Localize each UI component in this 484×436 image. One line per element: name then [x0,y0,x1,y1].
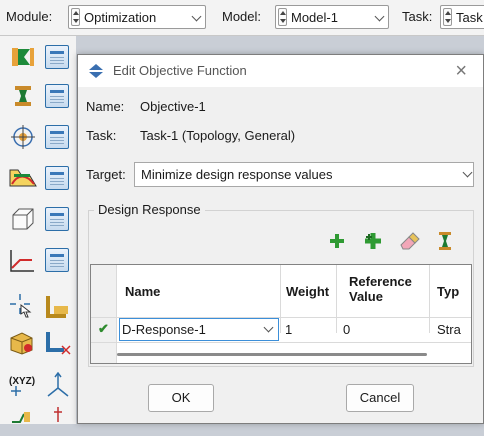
reference-value-cell[interactable]: 0 [343,322,350,337]
weight-cell[interactable]: 1 [285,322,292,337]
objective-manager-icon[interactable] [45,45,69,69]
stop-condition-manager-icon[interactable] [45,207,69,231]
model-label: Model: [222,9,262,24]
dialog-app-icon [89,64,103,78]
restriction-manager-icon[interactable] [45,166,69,190]
close-icon[interactable]: × [455,59,467,83]
task-select[interactable]: Task [440,5,484,29]
name-label: Name: [86,99,125,114]
model-spinner-icon[interactable] [278,8,287,26]
datum-axis-tool-icon[interactable] [50,406,76,432]
add-icon[interactable] [326,230,348,252]
model-select-value: Model-1 [291,9,338,25]
name-value: Objective-1 [140,99,206,114]
target-select-value: Minimize design response values [141,167,333,182]
dialog-titlebar[interactable]: Edit Objective Function × [78,55,483,87]
column-divider [336,265,337,333]
type-cell[interactable]: Stra [437,322,461,337]
objective-function-tool-icon[interactable] [10,44,36,70]
column-divider [280,265,281,333]
constraint-manager-icon[interactable] [45,84,69,108]
row-divider [91,342,471,343]
stop-condition-tool-icon[interactable] [10,206,36,232]
geometric-restriction-tool-icon[interactable] [8,164,37,190]
chevron-down-icon [462,167,473,178]
task-spinner-icon[interactable] [443,8,452,26]
filter-icon[interactable] [434,230,456,252]
task-label: Task: [402,9,433,24]
eraser-icon[interactable] [398,230,420,252]
response-name-value: D-Response-1 [122,322,206,337]
dialog-title: Edit Objective Function [113,63,247,78]
datum-csys-tool-icon[interactable] [44,371,70,398]
constraint-tool-icon[interactable] [10,83,36,109]
module-toolbar: Module: Optimization Model: Model-1 Task… [0,0,484,36]
partition-tool-icon[interactable] [44,294,70,320]
design-response-table: Name Weight Reference Value Typ ✔ D-Resp… [90,264,472,364]
module-label: Module: [6,9,53,24]
design-response-tool-icon[interactable] [10,124,36,150]
optimization-toolbox: (XYZ) [0,36,76,424]
chevron-down-icon [374,11,385,22]
query-tool-icon[interactable] [8,292,34,318]
model-select[interactable]: Model-1 [275,5,389,29]
design-response-plot-tool-icon[interactable] [8,248,34,274]
fixed-region-tool-icon[interactable] [8,330,34,356]
target-label: Target: [86,167,126,182]
cut-region-tool-icon[interactable] [44,330,71,356]
row-active-check-icon: ✔ [98,321,109,336]
task-select-value: Task [456,9,483,25]
add-multiple-icon[interactable] [361,230,383,252]
horizontal-scrollbar[interactable] [117,348,471,360]
datum-plane-tool-icon[interactable] [10,410,36,436]
cancel-button[interactable]: Cancel [346,384,414,412]
column-divider [429,265,430,333]
plot-manager-icon[interactable] [45,248,69,272]
column-header-reference-value[interactable]: Reference Value [349,274,429,326]
scrollbar-thumb[interactable] [117,353,427,356]
module-spinner-icon[interactable] [71,8,80,26]
chevron-down-icon [263,322,274,333]
chevron-down-icon [191,11,202,22]
task-label: Task: [86,128,117,143]
task-value: Task-1 (Topology, General) [140,128,296,143]
module-select-value: Optimization [84,9,157,25]
row-selector-column [91,265,117,363]
ok-button[interactable]: OK [148,384,214,412]
module-select[interactable]: Optimization [68,5,206,29]
design-response-group-label: Design Response [94,202,205,217]
edit-objective-function-dialog: Edit Objective Function × Name: Objectiv… [77,54,484,424]
response-name-select[interactable]: D-Response-1 [119,318,279,341]
target-select[interactable]: Minimize design response values [134,162,474,187]
design-response-manager-icon[interactable] [45,125,69,149]
column-header-weight[interactable]: Weight [286,284,329,336]
datum-point-tool-icon[interactable] [10,384,36,410]
